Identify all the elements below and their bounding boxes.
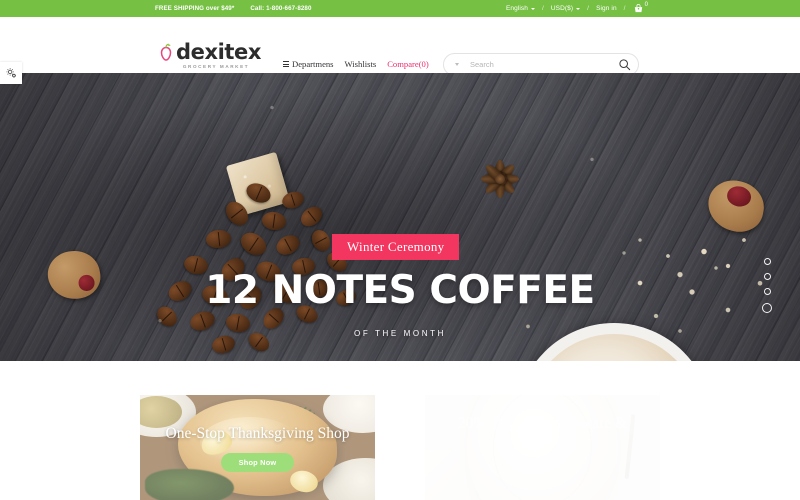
free-shipping-text: FREE SHIPPING over $49* [155, 5, 235, 12]
chevron-down-icon [455, 63, 459, 66]
search-icon [618, 59, 630, 71]
cart-button[interactable]: 0 [633, 2, 648, 14]
language-label: English [505, 5, 528, 12]
language-selector[interactable]: English [506, 5, 535, 12]
hero-copy: Winter Ceremony 12 NOTES COFFEE OF THE M… [0, 73, 800, 361]
phone-number-text: Call: 1-800-667-8280 [250, 5, 312, 12]
logo[interactable]: dexitex GROCERY MARKET [157, 40, 262, 69]
promo-card-thanksgiving[interactable]: One-Stop Thanksgiving Shop Shop Now [140, 395, 375, 500]
search-input[interactable] [470, 60, 610, 69]
promo-card-dinnerware[interactable]: 20% Off All Dinnerware & Table Linens Sh… [425, 395, 660, 500]
apple-icon [157, 43, 175, 62]
promo-copy-thanksgiving: One-Stop Thanksgiving Shop Shop Now [140, 395, 375, 500]
primary-nav: Departmens Wishlists Compare(0) [283, 59, 429, 69]
promo-title-dinnerware: 20% Off All Dinnerware & Table Linens [457, 414, 628, 453]
nav-item-departments-label: Departmens [292, 59, 334, 69]
slider-dot-2[interactable] [763, 273, 771, 280]
slider-dot-4-active[interactable] [762, 303, 772, 313]
search-submit-button[interactable] [610, 58, 638, 71]
promo-title-thanksgiving: One-Stop Thanksgiving Shop [165, 425, 350, 442]
top-announcement-bar: FREE SHIPPING over $49* Call: 1-800-667-… [0, 0, 800, 17]
chevron-down-icon [576, 8, 581, 10]
shop-now-button-thanksgiving[interactable]: Shop Now [220, 453, 295, 472]
slider-pagination [762, 258, 772, 313]
hamburger-icon [283, 61, 289, 67]
currency-selector[interactable]: USD($) [550, 5, 581, 12]
separator: / [541, 5, 544, 12]
topbar-right-group: English / USD($) / Sign in / 0 [506, 0, 648, 17]
topbar-left-group: FREE SHIPPING over $49* Call: 1-800-667-… [155, 0, 312, 17]
nav-item-compare[interactable]: Compare(0) [387, 59, 429, 69]
currency-label: USD($) [550, 5, 574, 12]
promo-section: One-Stop Thanksgiving Shop Shop Now 20% … [0, 361, 800, 500]
promo-copy-dinnerware: 20% Off All Dinnerware & Table Linens Sh… [425, 395, 660, 500]
nav-item-wishlists[interactable]: Wishlists [345, 59, 377, 69]
search-category-dropdown[interactable] [444, 63, 470, 66]
cart-count-badge: 0 [644, 2, 648, 8]
sign-in-link[interactable]: Sign in [596, 5, 617, 12]
hero-headline: 12 NOTES COFFEE [205, 268, 595, 313]
slider-dot-1[interactable] [763, 258, 771, 265]
shopping-basket-icon [634, 4, 642, 13]
nav-item-departments[interactable]: Departmens [283, 59, 334, 69]
separator: / [623, 5, 626, 12]
page-root: FREE SHIPPING over $49* Call: 1-800-667-… [0, 0, 800, 500]
theme-settings-button[interactable] [0, 62, 22, 84]
slider-dot-3[interactable] [763, 288, 771, 295]
chevron-down-icon [530, 8, 535, 10]
hero-subheadline: OF THE MONTH [354, 329, 446, 338]
hero-slider: Winter Ceremony 12 NOTES COFFEE OF THE M… [0, 73, 800, 361]
logo-row: dexitex [157, 40, 262, 64]
separator: / [587, 5, 590, 12]
logo-text: dexitex [176, 40, 262, 64]
site-header: dexitex GROCERY MARKET Departmens Wishli… [0, 17, 800, 76]
hero-badge: Winter Ceremony [332, 234, 460, 260]
gear-settings-icon [6, 67, 16, 78]
logo-tagline: GROCERY MARKET [182, 64, 250, 69]
